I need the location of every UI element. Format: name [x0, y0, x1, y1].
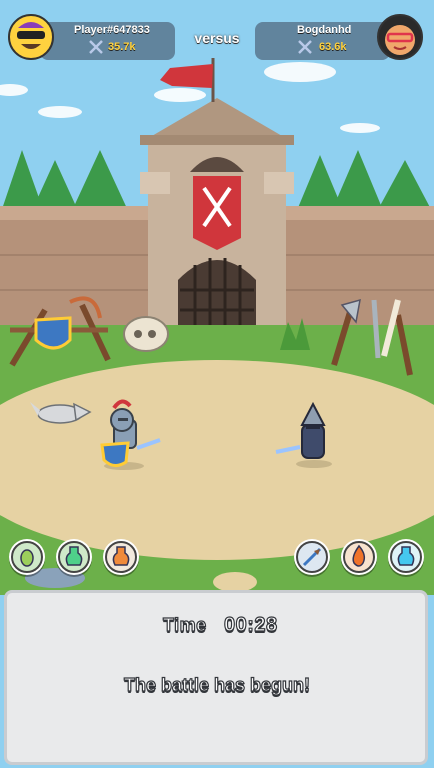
blue-potion-icon[interactable]: [388, 539, 424, 575]
sand-arena: [0, 360, 434, 560]
player-right-name: Bogdanhd: [297, 24, 352, 36]
player-left-score: 35.7k: [108, 41, 136, 53]
orange-potion-icon[interactable]: [103, 539, 139, 575]
wall-left: [0, 210, 150, 325]
time-value: 00:28: [223, 613, 278, 636]
player-left-card: Player#647833 35.7k: [40, 22, 175, 60]
battle-status-text: The battle has begun!: [123, 674, 310, 695]
seed-ability-icon[interactable]: [9, 539, 45, 575]
fire-ability-icon[interactable]: [341, 539, 377, 575]
skull-decoration: [123, 316, 169, 352]
player-right-card: Bogdanhd 63.6k: [255, 22, 390, 60]
player-left-name: Player#647833: [74, 24, 150, 36]
player-right-avatar[interactable]: [377, 14, 423, 60]
time-label: Time: [162, 614, 207, 635]
versus-label: versus: [194, 30, 240, 46]
player-right-score: 63.6k: [319, 41, 347, 53]
player-left-avatar[interactable]: [8, 14, 54, 60]
sword-icon: [297, 39, 313, 55]
arrow-ability-icon[interactable]: [294, 539, 330, 575]
sword-icon: [88, 39, 104, 55]
green-potion-icon[interactable]: [56, 539, 92, 575]
